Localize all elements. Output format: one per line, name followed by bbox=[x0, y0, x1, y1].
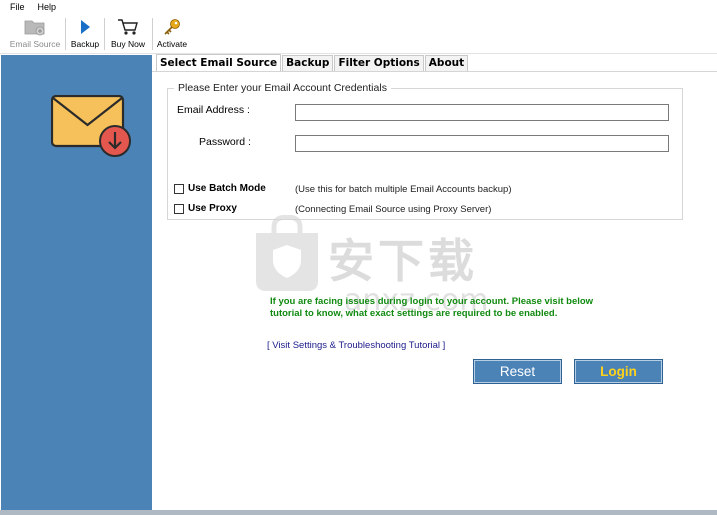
credentials-group-title: Please Enter your Email Account Credenti… bbox=[174, 82, 391, 94]
login-button[interactable]: Login bbox=[574, 359, 663, 384]
menu-bar: File Help bbox=[0, 0, 717, 14]
batch-mode-checkbox[interactable]: Use Batch Mode bbox=[174, 183, 266, 194]
activate-label: Activate bbox=[156, 39, 188, 49]
main-panel: Select Email Source Backup Filter Option… bbox=[152, 54, 717, 510]
tab-backup[interactable]: Backup bbox=[282, 55, 334, 71]
password-input[interactable] bbox=[295, 135, 669, 152]
toolbar-separator bbox=[104, 18, 105, 50]
activate-button[interactable]: Activate bbox=[155, 16, 189, 52]
tab-filter-options[interactable]: Filter Options bbox=[334, 55, 424, 71]
tab-about[interactable]: About bbox=[424, 55, 469, 71]
checkbox-box[interactable] bbox=[174, 203, 184, 214]
proxy-hint: (Connecting Email Source using Proxy Ser… bbox=[295, 204, 492, 215]
email-download-icon bbox=[50, 94, 133, 159]
toolbar-separator bbox=[65, 18, 66, 50]
batch-mode-hint: (Use this for batch multiple Email Accou… bbox=[295, 184, 512, 195]
play-arrow-icon bbox=[72, 16, 98, 38]
proxy-label: Use Proxy bbox=[188, 203, 237, 214]
email-address-label: Email Address : bbox=[177, 104, 250, 116]
backup-label: Backup bbox=[70, 39, 100, 49]
backup-button[interactable]: Backup bbox=[68, 16, 102, 52]
login-help-notice: If you are facing issues during login to… bbox=[270, 296, 594, 319]
email-source-label: Email Source bbox=[9, 39, 61, 49]
menu-file[interactable]: File bbox=[0, 2, 30, 12]
checkbox-box[interactable] bbox=[174, 183, 184, 194]
shield-bag-icon bbox=[256, 215, 318, 291]
folder-icon bbox=[22, 16, 48, 38]
batch-mode-label: Use Batch Mode bbox=[188, 183, 266, 194]
tab-bar: Select Email Source Backup Filter Option… bbox=[156, 54, 469, 72]
password-label: Password : bbox=[199, 136, 251, 148]
cart-icon bbox=[115, 16, 141, 38]
email-address-input[interactable] bbox=[295, 104, 669, 121]
reset-button[interactable]: Reset bbox=[473, 359, 562, 384]
watermark-cn: 安下载 bbox=[328, 234, 478, 288]
toolbar-separator bbox=[152, 18, 153, 50]
email-source-button[interactable]: Email Source bbox=[8, 16, 62, 52]
key-icon bbox=[159, 16, 185, 38]
menu-help[interactable]: Help bbox=[30, 2, 62, 12]
buy-now-label: Buy Now bbox=[110, 39, 145, 49]
buy-now-button[interactable]: Buy Now bbox=[107, 16, 149, 52]
tab-select-email-source[interactable]: Select Email Source bbox=[156, 54, 282, 71]
toolbar: Email Source Backup Buy Now Activate bbox=[0, 14, 717, 54]
credentials-group: Please Enter your Email Account Credenti… bbox=[167, 82, 683, 220]
proxy-checkbox[interactable]: Use Proxy bbox=[174, 203, 237, 214]
status-bar bbox=[0, 510, 717, 515]
tutorial-link[interactable]: [ Visit Settings & Troubleshooting Tutor… bbox=[267, 340, 445, 351]
tab-divider bbox=[152, 71, 717, 72]
side-panel bbox=[1, 55, 152, 510]
